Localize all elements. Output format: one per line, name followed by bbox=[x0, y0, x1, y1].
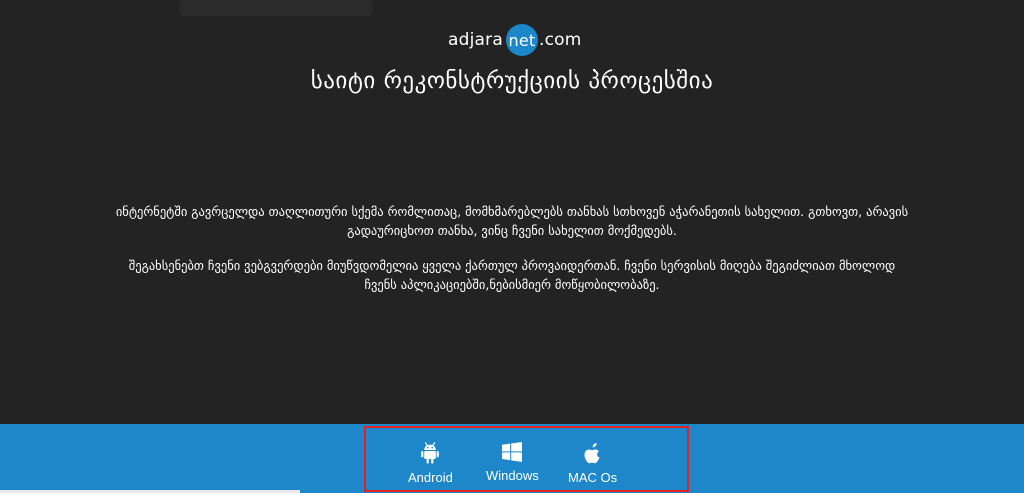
windows-app-link[interactable]: Windows bbox=[486, 442, 539, 483]
logo-suffix: .com bbox=[538, 30, 582, 50]
mac-label: MAC Os bbox=[568, 470, 618, 485]
availability-paragraph: შეგახსენებთ ჩვენი ვებგვერდები მიუწვდომელ… bbox=[128, 258, 896, 292]
apple-icon bbox=[584, 443, 600, 464]
warning-paragraph: ინტერნეტში გავრცელდა თაღლითური სქემა რომ… bbox=[115, 204, 909, 238]
android-label: Android bbox=[408, 470, 453, 485]
mac-app-link[interactable]: MAC Os bbox=[568, 442, 617, 485]
logo-badge-text: net bbox=[508, 30, 536, 50]
footer-bar: Android Windows MAC Os bbox=[0, 424, 1024, 493]
windows-icon bbox=[502, 442, 523, 462]
page: adjara net .com საიტი რეკონსტრუქციის პრო… bbox=[0, 0, 1024, 493]
windows-label: Windows bbox=[486, 468, 539, 483]
logo-badge: net bbox=[505, 24, 538, 56]
site-logo[interactable]: adjara net .com bbox=[448, 23, 581, 57]
android-icon bbox=[421, 442, 440, 464]
android-app-link[interactable]: Android bbox=[408, 442, 453, 485]
app-links-group: Android Windows MAC Os bbox=[364, 426, 689, 492]
logo-prefix: adjara bbox=[448, 30, 503, 50]
faded-search-box bbox=[180, 0, 372, 16]
page-title: საიტი რეკონსტრუქციის პროცესშია bbox=[310, 68, 714, 94]
